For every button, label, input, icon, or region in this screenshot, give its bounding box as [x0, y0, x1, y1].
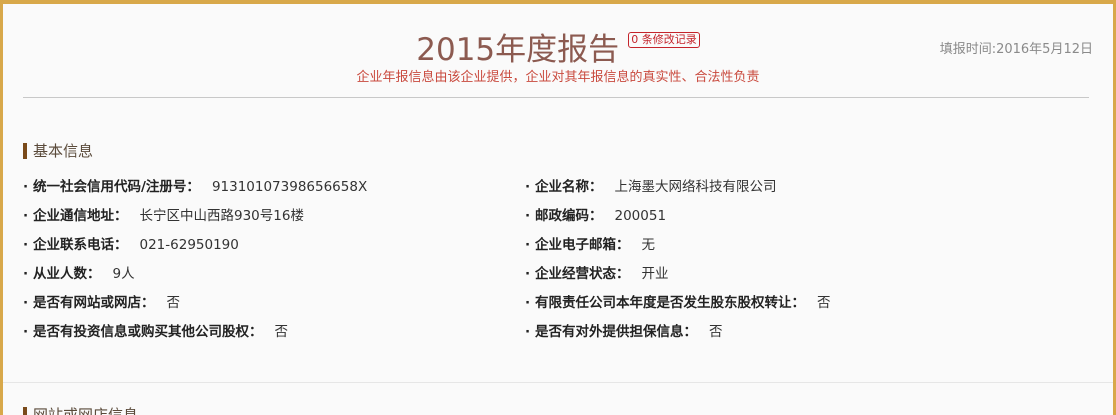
section-title-basic-info: 基本信息 [23, 140, 93, 161]
field-label: 是否有投资信息或购买其他公司股权： [33, 324, 263, 340]
field-value: 无 [641, 237, 656, 253]
info-row: · 是否有网站或网店：否 · 有限责任公司本年度是否发生股东股权转让：否 [23, 291, 1093, 311]
bullet-icon: · [525, 179, 531, 195]
bullet-icon: · [23, 208, 29, 224]
fill-date: 填报时间:2016年5月12日 [939, 42, 1093, 57]
info-field: · 邮政编码： 200051 [525, 204, 666, 224]
field-value: 否 [274, 324, 289, 340]
section-marker-bar [23, 406, 27, 415]
field-label: 统一社会信用代码/注册号： [33, 179, 200, 195]
header-divider [23, 97, 1089, 98]
field-label: 企业名称： [535, 179, 603, 195]
bullet-icon: · [23, 179, 29, 195]
field-value: 开业 [641, 266, 669, 282]
section-marker-bar [23, 142, 27, 159]
field-value: 91310107398656658X [211, 179, 368, 195]
field-label: 企业经营状态： [535, 266, 630, 282]
info-field: · 企业通信地址： 长宁区中山西路930号16楼 [23, 204, 304, 224]
report-frame: 2015年度报告 0 条修改记录 企业年报信息由该企业提供，企业对其年报信息的真… [3, 4, 1113, 415]
bullet-icon: · [525, 208, 531, 224]
field-label: 是否有网站或网店： [33, 295, 155, 311]
info-field: · 企业经营状态： 开业 [525, 262, 669, 282]
field-label: 从业人数： [33, 266, 101, 282]
info-row: · 从业人数： 9人 · 企业经营状态： 开业 [23, 262, 1093, 282]
info-field: · 企业电子邮箱： 无 [525, 233, 655, 253]
field-value: 上海墨大网络科技有限公司 [614, 179, 777, 195]
info-field: · 是否有对外提供担保信息： 否 [525, 320, 723, 340]
field-label: 是否有对外提供担保信息： [535, 324, 697, 340]
field-label: 企业电子邮箱： [535, 237, 630, 253]
info-row: · 是否有投资信息或购买其他公司股权：否 · 是否有对外提供担保信息：否 [23, 320, 1093, 340]
field-value: 否 [166, 295, 181, 311]
report-header: 2015年度报告 0 条修改记录 企业年报信息由该企业提供，企业对其年报信息的真… [3, 4, 1113, 97]
bullet-icon: · [23, 324, 29, 340]
info-field: · 企业名称： 上海墨大网络科技有限公司 [525, 175, 777, 195]
section-title-text: 网站或网店信息 [33, 406, 139, 415]
info-field: · 统一社会信用代码/注册号： 91310107398656658X [23, 175, 367, 195]
bullet-icon: · [23, 237, 29, 253]
field-value: 021-62950190 [139, 237, 239, 253]
info-field: · 是否有投资信息或购买其他公司股权： 否 [23, 320, 288, 340]
modification-record-badge[interactable]: 0 条修改记录 [628, 32, 700, 48]
bullet-icon: · [525, 324, 531, 340]
field-value: 否 [709, 324, 723, 340]
info-row: · 企业联系电话： 021-62950190 · 企业电子邮箱：无 [23, 233, 1093, 253]
section-title-website-info: 网站或网店信息 [23, 404, 138, 415]
disclaimer-subtitle: 企业年报信息由该企业提供，企业对其年报信息的真实性、合法性负责 [356, 70, 760, 85]
info-field: · 从业人数： 9人 [23, 262, 135, 282]
field-value: 200051 [614, 208, 667, 224]
info-row: · 企业通信地址： 长宁区中山西路930号16楼 · 邮政编码： 200051 [23, 204, 1093, 224]
info-field: · 企业联系电话： 021-62950190 [23, 233, 239, 253]
field-value: 9人 [112, 266, 135, 282]
field-label: 有限责任公司本年度是否发生股东股权转让： [535, 295, 805, 311]
field-label: 企业通信地址： [33, 208, 128, 224]
section-divider [3, 382, 1113, 383]
section-title-text: 基本信息 [33, 142, 94, 160]
field-label: 企业联系电话： [33, 237, 128, 253]
bullet-icon: · [525, 266, 531, 282]
info-row: · 统一社会信用代码/注册号： 91310107398656658X · 企业名称：上… [23, 175, 1093, 195]
bullet-icon: · [23, 266, 29, 282]
info-field: · 有限责任公司本年度是否发生股东股权转让： 否 [525, 291, 831, 311]
page-title: 2015年度报告 [416, 32, 620, 68]
field-value: 否 [817, 295, 831, 311]
bullet-icon: · [23, 295, 29, 311]
field-value: 长宁区中山西路930号16楼 [139, 208, 304, 224]
field-label: 邮政编码： [535, 208, 603, 224]
bullet-icon: · [525, 295, 531, 311]
info-field: · 是否有网站或网店： 否 [23, 291, 180, 311]
bullet-icon: · [525, 237, 531, 253]
